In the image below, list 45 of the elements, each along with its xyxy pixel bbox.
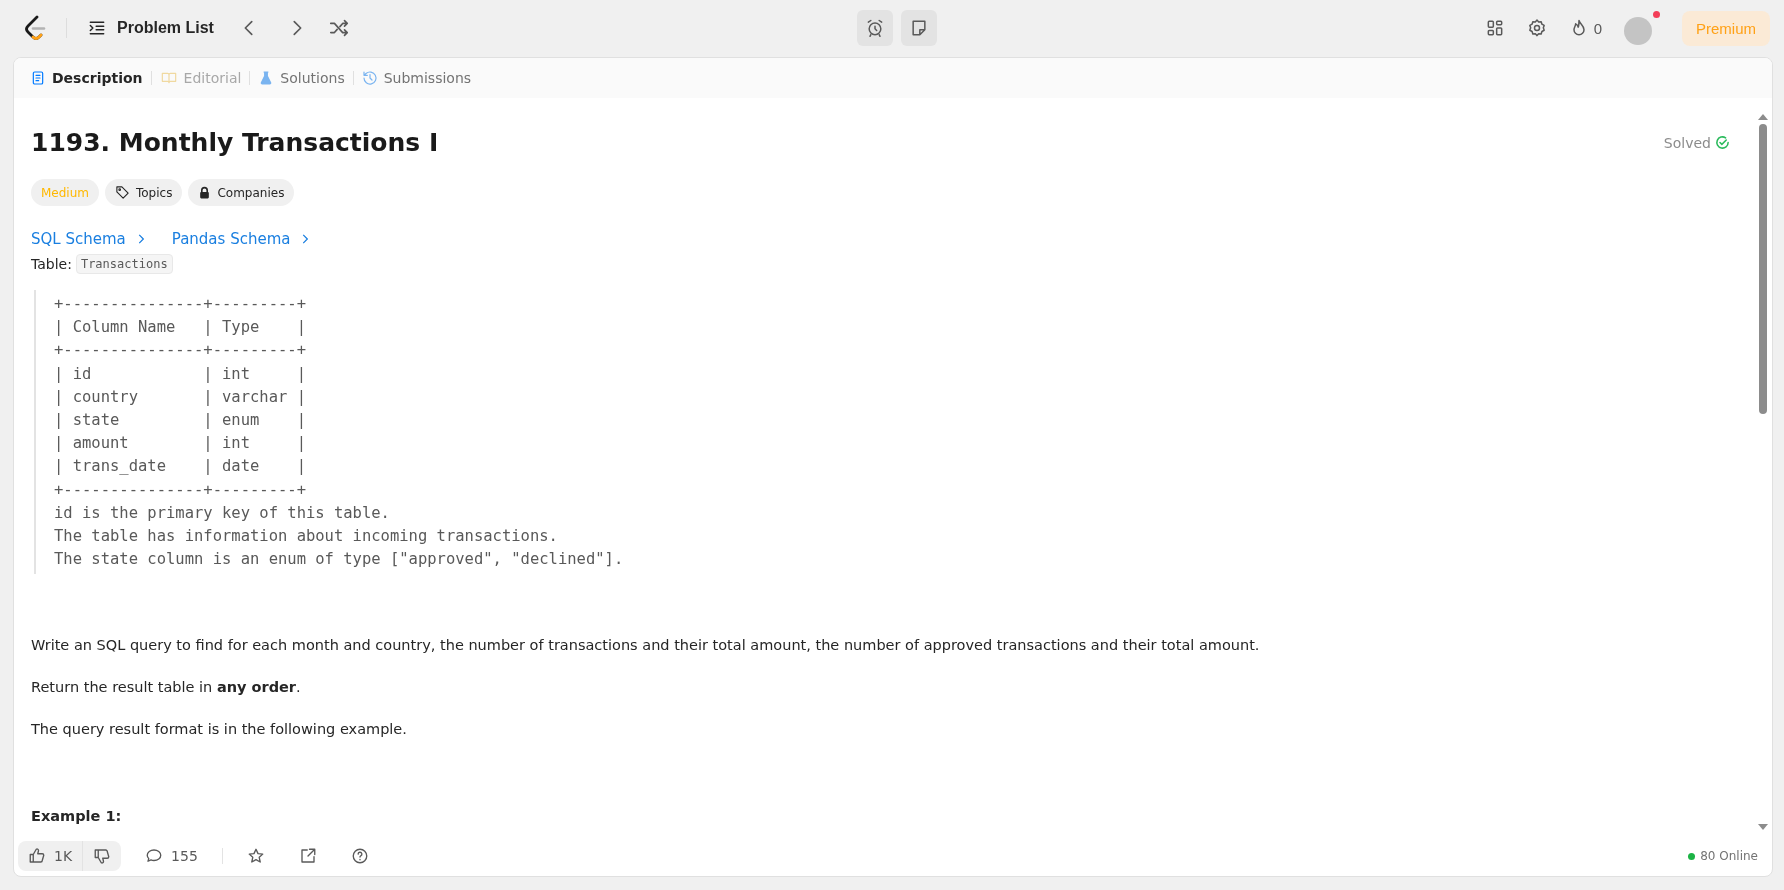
companies-button[interactable]: Companies	[188, 179, 295, 206]
timer-button[interactable]	[857, 10, 893, 46]
description-paragraph: Write an SQL query to find for each month and country, the number of transactions and their total amount, the number of approved transactions and their total amount.	[31, 636, 1261, 656]
topics-button[interactable]: Topics	[105, 179, 183, 206]
notes-button[interactable]	[901, 10, 937, 46]
table-label: Table:	[31, 256, 72, 272]
tag-icon	[115, 185, 130, 200]
external-link-icon	[298, 847, 317, 865]
lock-icon	[198, 185, 212, 200]
problem-title: 1193. Monthly Transactions I	[31, 128, 439, 157]
online-count: 80 Online	[1700, 849, 1758, 863]
help-icon	[350, 847, 369, 865]
document-icon	[30, 70, 46, 86]
shuffle-button[interactable]	[327, 17, 350, 39]
settings-icon	[1526, 18, 1547, 38]
list-icon	[87, 18, 107, 38]
history-icon	[361, 70, 378, 86]
comment-icon	[145, 847, 164, 865]
tab[interactable]: Submissions	[359, 66, 474, 90]
check-circle-icon	[1715, 135, 1730, 150]
avatar[interactable]	[1624, 11, 1660, 45]
difficulty-badge: Medium	[31, 179, 99, 206]
comments-button[interactable]: 155	[135, 841, 208, 871]
online-dot	[1688, 852, 1696, 860]
problem-list-button[interactable]: Problem List	[87, 18, 214, 38]
tab[interactable]: Description	[28, 66, 145, 90]
thumbs-up-icon	[28, 847, 46, 865]
schema-link[interactable]: Pandas Schema	[171, 230, 313, 248]
note-icon	[909, 18, 929, 38]
description-paragraph: Return the result table in any order.	[31, 678, 302, 698]
schema-code-block: +---------------+---------+ | Column Name | Type | +---------------+---------+ | id | int | | country | varchar | | state | enum | | amount | int | | trans_date | date | +---------------+---------+ id is the primary key of this table. The table has information about incoming transactions. The state column is an enum of type ["approved", "declined"].	[34, 290, 1738, 575]
logo-icon[interactable]	[24, 15, 46, 41]
settings-button[interactable]	[1526, 18, 1547, 38]
table-name: Transactions	[75, 254, 173, 274]
tab[interactable]: Solutions	[256, 66, 347, 90]
book-icon	[159, 70, 178, 86]
thumbs-down-icon	[93, 847, 112, 865]
schema-link[interactable]: SQL Schema	[31, 230, 148, 248]
star-icon	[246, 847, 265, 865]
example-heading: Example 1:	[31, 808, 123, 825]
solved-status: Solved	[1663, 134, 1711, 151]
description-paragraph: The query result format is in the following example.	[31, 720, 408, 740]
shuffle-icon	[327, 17, 350, 39]
streak-counter[interactable]: 0	[1568, 18, 1602, 38]
alarm-clock-icon	[865, 18, 885, 38]
